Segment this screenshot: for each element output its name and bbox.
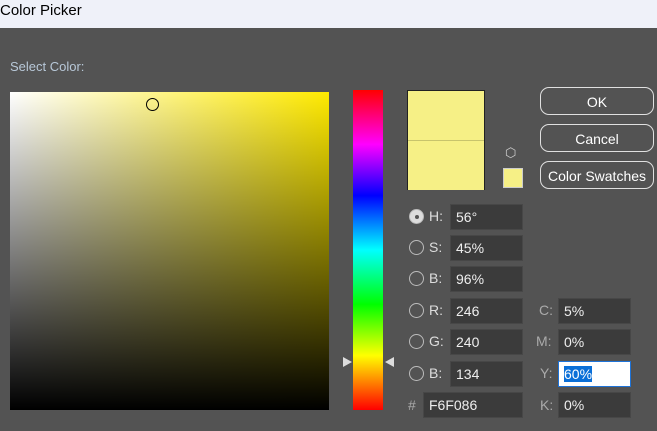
red-label: R: — [429, 302, 443, 318]
black-label: K: — [540, 397, 554, 413]
radio-blue[interactable] — [409, 366, 424, 381]
yellow-input[interactable]: 60% — [558, 361, 631, 387]
hue-input[interactable]: 56° — [450, 204, 523, 230]
hue-slider[interactable] — [353, 90, 383, 410]
radio-brightness[interactable] — [409, 271, 424, 286]
cube-icon[interactable]: ⬡ — [505, 145, 516, 161]
select-color-label: Select Color: — [10, 59, 85, 74]
cyan-input[interactable]: 5% — [558, 298, 631, 324]
brightness-input[interactable]: 96% — [450, 266, 523, 292]
magenta-label: M: — [536, 333, 552, 349]
web-safe-swatch[interactable] — [503, 168, 523, 188]
yellow-label: Y: — [540, 365, 553, 381]
green-label: G: — [429, 333, 444, 349]
saturation-label: S: — [429, 239, 443, 255]
color-swatches-button[interactable]: Color Swatches — [540, 161, 654, 189]
cancel-button[interactable]: Cancel — [540, 124, 654, 152]
cyan-label: C: — [539, 302, 553, 318]
hue-slider-left-arrow-icon[interactable] — [343, 357, 352, 367]
red-input[interactable]: 246 — [450, 298, 523, 324]
hex-input[interactable]: F6F086 — [423, 392, 523, 418]
hue-slider-right-arrow-icon[interactable] — [385, 357, 394, 367]
green-input[interactable]: 240 — [450, 329, 523, 355]
hue-label: H: — [429, 208, 443, 224]
saturation-brightness-field[interactable] — [10, 92, 329, 410]
color-picker-cursor[interactable] — [146, 98, 159, 111]
title-bar: Color Picker — [0, 0, 657, 28]
radio-hue[interactable] — [409, 209, 424, 224]
saturation-input[interactable]: 45% — [450, 235, 523, 261]
ok-button[interactable]: OK — [540, 87, 654, 115]
new-color-swatch — [408, 91, 484, 141]
black-input[interactable]: 0% — [558, 392, 631, 418]
hex-label: # — [408, 397, 416, 413]
blue-input[interactable]: 134 — [450, 361, 523, 387]
brightness-label: B: — [429, 270, 443, 286]
radio-green[interactable] — [409, 334, 424, 349]
blue-label: B: — [429, 365, 443, 381]
color-preview — [407, 90, 485, 190]
radio-saturation[interactable] — [409, 240, 424, 255]
magenta-input[interactable]: 0% — [558, 329, 631, 355]
current-color-swatch — [408, 141, 484, 190]
window-title: Color Picker — [0, 2, 82, 19]
yellow-input-selected-text: 60% — [564, 366, 593, 382]
radio-red[interactable] — [409, 303, 424, 318]
